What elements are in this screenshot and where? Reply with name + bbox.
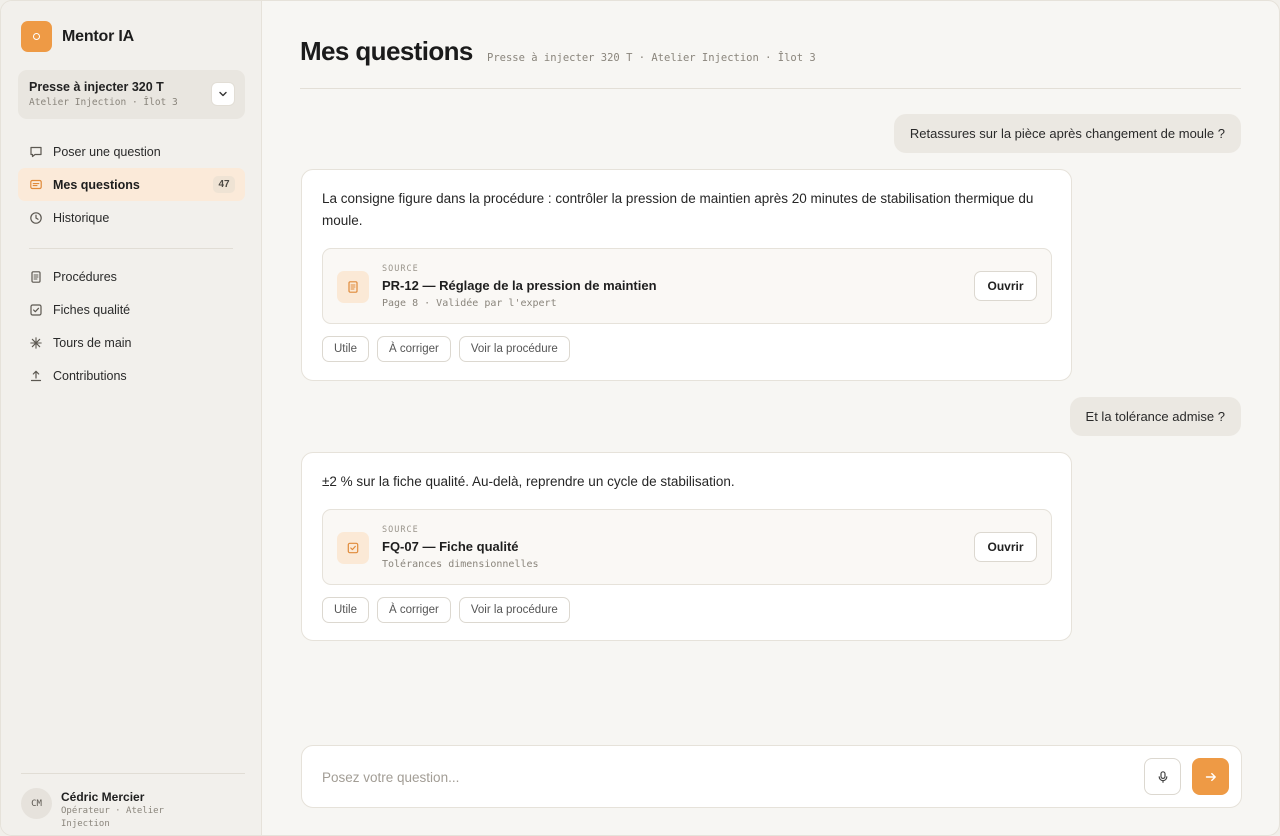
view-procedure-button[interactable]: Voir la procédure xyxy=(458,597,570,623)
useful-button[interactable]: Utile xyxy=(322,336,370,362)
nav-item-label: Historique xyxy=(53,210,110,225)
question-composer xyxy=(301,745,1242,808)
brand[interactable]: Mentor IA xyxy=(21,21,134,52)
count-badge: 47 xyxy=(213,176,235,193)
upload-icon xyxy=(29,369,43,383)
page-context: Presse à injecter 320 T · Atelier Inject… xyxy=(487,52,816,64)
document-icon xyxy=(337,271,369,303)
message-square-icon xyxy=(29,178,43,192)
source-kicker: SOURCE xyxy=(382,264,419,274)
open-source-button[interactable]: Ouvrir xyxy=(974,271,1037,301)
sidebar: Mentor IA Presse à injecter 320 T Atelie… xyxy=(1,1,262,835)
answer-text: La consigne figure dans la procédure : c… xyxy=(322,191,1034,228)
nav-item-mes-questions[interactable]: Mes questions 47 xyxy=(18,168,245,201)
app-logo-icon xyxy=(21,21,52,52)
assistant-answer-card: ±2 % sur la fiche qualité. Au-delà, repr… xyxy=(301,452,1072,641)
machine-dropdown-button[interactable] xyxy=(211,82,235,106)
machine-name: Presse à injecter 320 T xyxy=(29,80,164,94)
nav-item-label: Fiches qualité xyxy=(53,302,131,317)
user-question-bubble: Et la tolérance admise ? xyxy=(1069,397,1241,436)
source-kicker: SOURCE xyxy=(382,525,419,535)
nav-item-poser-question[interactable]: Poser une question xyxy=(18,135,245,168)
chat-bubble-icon xyxy=(29,145,43,159)
nav-item-historique[interactable]: Historique xyxy=(18,201,245,234)
nav-item-contributions[interactable]: Contributions xyxy=(18,359,245,392)
main-content: Mes questions Presse à injecter 320 T · … xyxy=(262,1,1279,835)
answer-actions: Utile À corriger Voir la procédure xyxy=(322,597,578,623)
user-role: Opérateur · Atelier Injection xyxy=(61,806,164,829)
nav-item-label: Mes questions xyxy=(53,177,140,192)
checkbox-icon xyxy=(337,532,369,564)
source-card: SOURCE FQ-07 — Fiche qualité Tolérances … xyxy=(322,509,1052,585)
answer-actions: Utile À corriger Voir la procédure xyxy=(322,336,578,362)
chevron-down-icon xyxy=(219,91,227,97)
nav-primary: Poser une question Mes questions 47 Hist… xyxy=(18,135,245,234)
user-profile[interactable]: CM Cédric Mercier Opérateur · Atelier In… xyxy=(21,773,245,835)
app-window: Mentor IA Presse à injecter 320 T Atelie… xyxy=(0,0,1280,836)
document-icon xyxy=(29,270,43,284)
nav-item-procedures[interactable]: Procédures xyxy=(18,260,245,293)
open-source-button[interactable]: Ouvrir xyxy=(974,532,1037,562)
sparkle-icon xyxy=(29,336,43,350)
view-procedure-button[interactable]: Voir la procédure xyxy=(458,336,570,362)
nav-item-label: Tours de main xyxy=(53,335,132,350)
send-button[interactable] xyxy=(1192,758,1229,795)
checkbox-icon xyxy=(29,303,43,317)
machine-location: Atelier Injection · Îlot 3 xyxy=(29,97,178,108)
user-question-bubble: Retassures sur la pièce après changement… xyxy=(893,114,1241,153)
source-card: SOURCE PR-12 — Réglage de la pression de… xyxy=(322,248,1052,324)
question-input[interactable] xyxy=(322,766,1122,788)
answer-text: ±2 % sur la fiche qualité. Au-delà, repr… xyxy=(322,474,735,489)
nav-item-fiches-qualite[interactable]: Fiches qualité xyxy=(18,293,245,326)
machine-selector[interactable]: Presse à injecter 320 T Atelier Injectio… xyxy=(18,70,245,119)
correct-button[interactable]: À corriger xyxy=(377,597,451,623)
header-divider xyxy=(300,88,1241,89)
nav-item-label: Poser une question xyxy=(53,144,161,159)
source-title: FQ-07 — Fiche qualité xyxy=(382,539,519,554)
avatar: CM xyxy=(21,788,52,819)
nav-item-tours-de-main[interactable]: Tours de main xyxy=(18,326,245,359)
microphone-icon xyxy=(1158,770,1167,783)
microphone-button[interactable] xyxy=(1144,758,1181,795)
source-title: PR-12 — Réglage de la pression de mainti… xyxy=(382,278,657,293)
source-meta: Page 8 · Validée par l'expert xyxy=(382,298,557,309)
user-name: Cédric Mercier xyxy=(61,790,145,804)
app-name: Mentor IA xyxy=(62,27,134,45)
assistant-answer-card: La consigne figure dans la procédure : c… xyxy=(301,169,1072,381)
nav-divider xyxy=(29,248,233,249)
useful-button[interactable]: Utile xyxy=(322,597,370,623)
nav-item-label: Procédures xyxy=(53,269,117,284)
clock-icon xyxy=(29,211,43,225)
correct-button[interactable]: À corriger xyxy=(377,336,451,362)
source-meta: Tolérances dimensionnelles xyxy=(382,559,539,570)
page-title: Mes questions xyxy=(300,36,473,66)
nav-item-label: Contributions xyxy=(53,368,127,383)
nav-secondary: Procédures Fiches qualité Tours de main … xyxy=(18,260,245,392)
arrow-right-icon xyxy=(1205,772,1216,781)
